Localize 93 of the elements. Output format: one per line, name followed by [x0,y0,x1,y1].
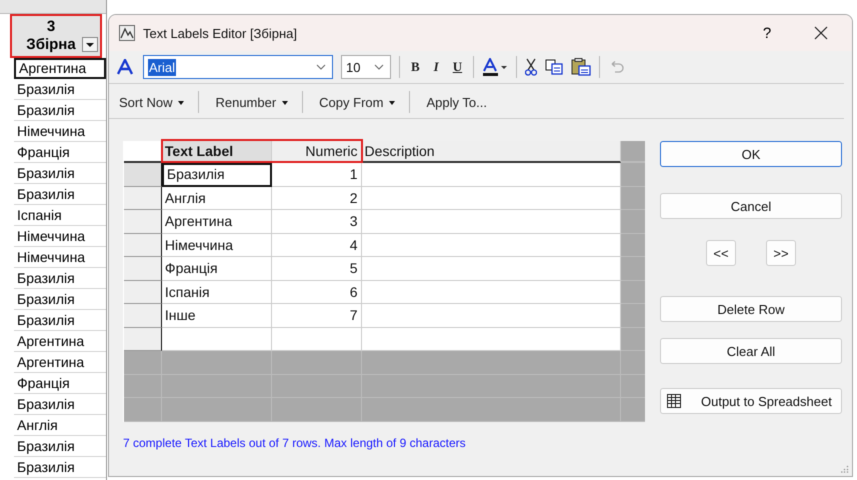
column-header[interactable]: Description [362,141,622,163]
window-title: Text Labels Editor [Збірна] [143,26,297,40]
table-cell[interactable]: 7 [272,304,362,328]
row-header[interactable] [124,210,162,234]
clear-all-button[interactable]: Clear All [660,338,842,364]
table-cell[interactable]: Аргентина [162,210,272,234]
previous-button[interactable]: << [706,240,736,266]
table-cell: Бразилія [14,436,106,457]
grid-filler [621,257,645,280]
copy-icon[interactable] [545,59,564,75]
size-combo[interactable]: 10 [341,55,391,79]
grid-filler [621,280,645,304]
grid-filler [621,234,645,257]
menu-button[interactable]: Renumber [207,92,294,112]
table-cell: Аргентина [14,352,106,373]
table-cell: Бразилія [14,394,106,415]
table-cell: Франція [14,142,106,163]
status-text: 7 complete Text Labels out of 7 rows. Max length of 9 characters [123,436,467,450]
paste-icon[interactable] [571,58,592,76]
table-cell: Німеччина [14,247,106,268]
grid-filler [621,141,645,163]
chevron-icon[interactable] [316,64,326,70]
menu-button[interactable]: Copy From [311,92,402,112]
table-cell: Бразилія [14,457,106,478]
row-header[interactable] [124,257,162,280]
table-cell[interactable] [162,328,272,351]
table-cell: Бразилія [14,289,106,310]
table-cell[interactable]: 6 [272,280,362,304]
table-cell: Бразилія [14,79,106,100]
table-cell[interactable]: Англія [162,186,272,210]
table-cell[interactable] [362,163,622,186]
table-cell[interactable]: 3 [272,210,362,234]
table-cell: Англія [14,415,106,436]
table-cell[interactable]: Франція [162,257,272,280]
help-button[interactable]: ? [752,24,782,42]
font-color-icon[interactable] [482,58,508,76]
table-cell[interactable]: Інше [162,304,272,328]
delete-row-button[interactable]: Delete Row [660,296,842,322]
table-cell[interactable] [362,210,622,234]
row-header[interactable] [124,163,162,186]
table-icon [667,394,681,408]
row-header[interactable] [124,280,162,304]
table-cell: Аргентина [14,58,106,79]
row-header[interactable] [124,186,162,210]
table-cell[interactable] [272,328,362,351]
table-cell[interactable]: 1 [272,163,362,186]
table-cell: Іспанія [14,205,106,226]
table-cell[interactable]: Німеччина [162,234,272,257]
table-cell[interactable]: Іспанія [162,280,272,304]
table-cell[interactable] [362,234,622,257]
chevron-icon[interactable] [374,64,384,70]
table-cell[interactable]: 2 [272,186,362,210]
menu-button[interactable]: Apply To... [418,92,493,112]
row-header[interactable] [124,234,162,257]
table-cell[interactable] [362,280,622,304]
table-cell[interactable] [362,304,622,328]
grid-filler [621,304,645,328]
format-button[interactable]: U [450,59,466,75]
grid-filler [621,163,645,186]
font-icon[interactable] [117,59,133,75]
format-button[interactable]: B [408,59,423,75]
table-cell: Німеччина [14,121,106,142]
chart-icon [119,25,135,41]
table-cell: Аргентина [14,331,106,352]
ok-button[interactable]: OK [660,141,842,167]
grid-filler [621,186,645,210]
menu-button[interactable]: Sort Now [111,92,190,112]
table-cell: Бразилія [14,268,106,289]
table-cell[interactable]: 5 [272,257,362,280]
table-cell[interactable] [362,257,622,280]
column-header[interactable]: 3 Збірна [10,14,102,58]
dropdown-icon[interactable] [82,37,98,52]
close-icon [814,26,828,40]
cut-icon[interactable] [525,58,538,76]
table-cell[interactable] [362,186,622,210]
font-combo[interactable]: Arial [143,55,333,79]
table-cell: Бразилія [14,310,106,331]
next-button[interactable]: >> [766,240,796,266]
table-cell: Бразилія [14,184,106,205]
format-button[interactable]: I [430,59,442,75]
table-cell: Бразилія [14,100,106,121]
table-cell: Франція [14,373,106,394]
row-header[interactable] [124,304,162,328]
table-cell[interactable] [362,328,622,351]
table-cell[interactable]: Бразилія [162,163,272,186]
output-button[interactable]: Output to Spreadsheet [660,388,842,414]
table-cell: Німеччина [14,226,106,247]
table-cell[interactable]: 4 [272,234,362,257]
grid-filler [621,210,645,234]
resize-grip-icon[interactable] [841,465,849,473]
table-cell: Бразилія [14,163,106,184]
cancel-button[interactable]: Cancel [660,193,842,219]
row-header[interactable] [124,328,162,351]
